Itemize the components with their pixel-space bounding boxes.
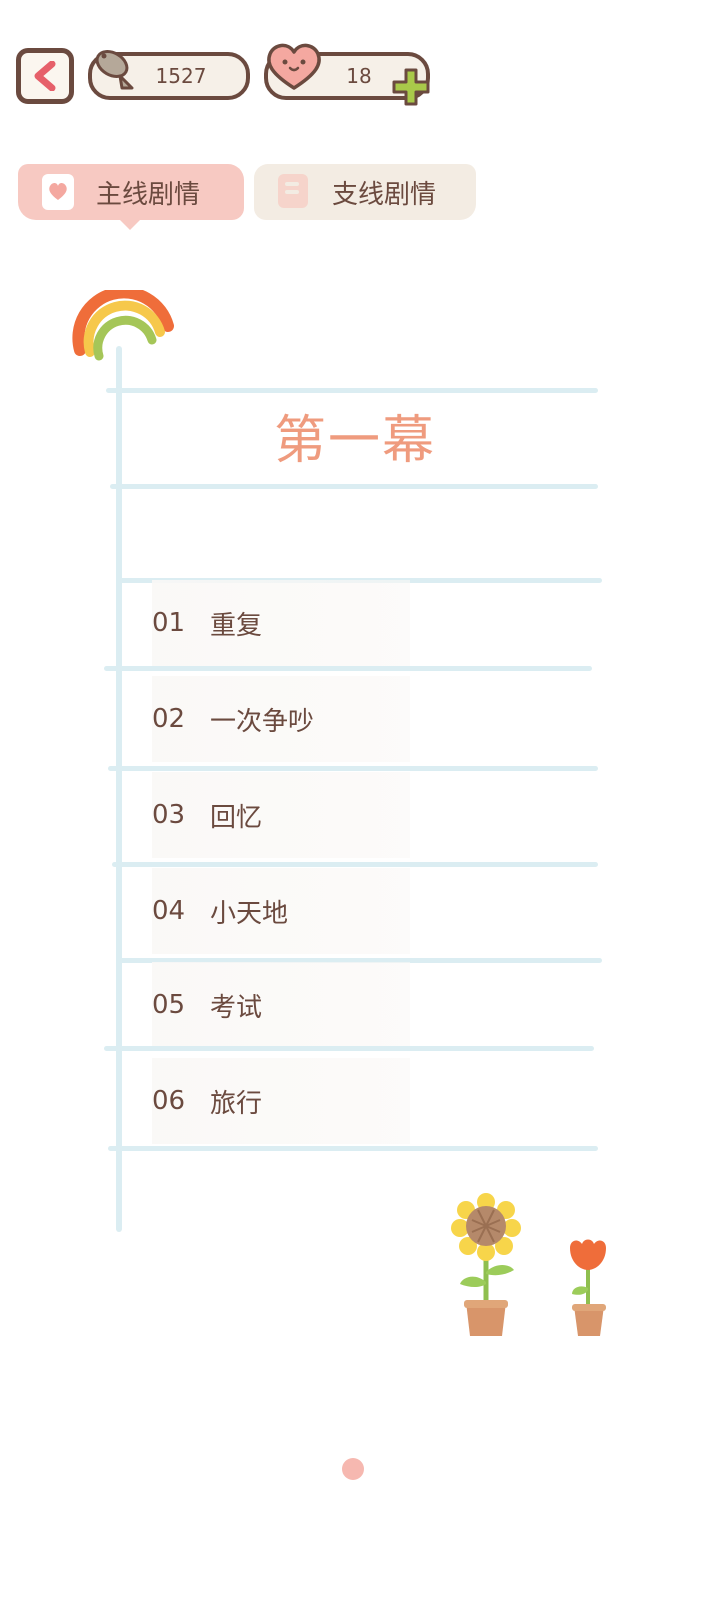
chapter-title: 旅行	[210, 1088, 263, 1119]
chapter-item-01[interactable]: 01 重复	[152, 580, 410, 666]
rule-line	[104, 1046, 594, 1051]
chapter-number: 02	[152, 704, 186, 734]
chapter-title: 小天地	[210, 898, 289, 929]
chapter-item-05[interactable]: 05 考试	[152, 962, 410, 1048]
chapter-item-03[interactable]: 03 回忆	[152, 772, 410, 858]
tab-main-story-label: 主线剧情	[96, 179, 201, 210]
chapter-title: 回忆	[210, 802, 263, 833]
tab-side-story-label: 支线剧情	[332, 179, 437, 210]
rule-line	[108, 1146, 598, 1151]
fish-count: 1527	[155, 64, 207, 88]
document-icon	[278, 174, 308, 208]
sunflower-pot-icon	[451, 1193, 521, 1336]
heart-icon	[267, 43, 321, 90]
chapter-title: 一次争吵	[210, 706, 315, 737]
act-title: 第一幕	[273, 411, 436, 471]
page-indicator-dot[interactable]	[342, 1458, 364, 1480]
notebook-margin-line	[116, 346, 122, 1232]
fish-icon	[95, 50, 134, 90]
chapter-number: 05	[152, 990, 186, 1020]
chapter-item-04[interactable]: 04 小天地	[152, 868, 410, 954]
rule-line	[106, 388, 598, 393]
top-bar: 1527 18	[0, 0, 720, 140]
flower-pot-icon	[570, 1239, 606, 1336]
add-hearts-icon[interactable]	[390, 66, 432, 108]
chapter-title: 重复	[210, 610, 263, 641]
tab-side-story[interactable]: 支线剧情	[254, 164, 476, 220]
rule-line	[110, 484, 598, 489]
tab-main-story[interactable]: 主线剧情	[18, 164, 244, 220]
chevron-left-icon	[34, 61, 56, 91]
chapter-number: 06	[152, 1086, 186, 1116]
chapter-title: 考试	[210, 992, 263, 1023]
chapter-item-06[interactable]: 06 旅行	[152, 1058, 410, 1144]
story-tabs: 主线剧情 支线剧情	[0, 156, 720, 246]
rule-line	[108, 766, 598, 771]
rule-line	[104, 666, 592, 671]
heart-notebook-icon	[42, 174, 74, 210]
chapter-item-02[interactable]: 02 一次争吵	[152, 676, 410, 762]
active-tab-pointer	[116, 216, 144, 230]
rainbow-icon	[72, 290, 174, 361]
heart-count: 18	[346, 64, 372, 88]
back-button[interactable]	[16, 48, 74, 104]
chapter-number: 04	[152, 896, 186, 926]
rule-line	[112, 862, 598, 867]
chapter-number: 01	[152, 608, 186, 638]
chapter-number: 03	[152, 800, 186, 830]
chapter-notebook: 第一幕 01 重复 02 一次争吵 03 回忆 04 小天地 05 考试 06 …	[0, 280, 720, 1260]
